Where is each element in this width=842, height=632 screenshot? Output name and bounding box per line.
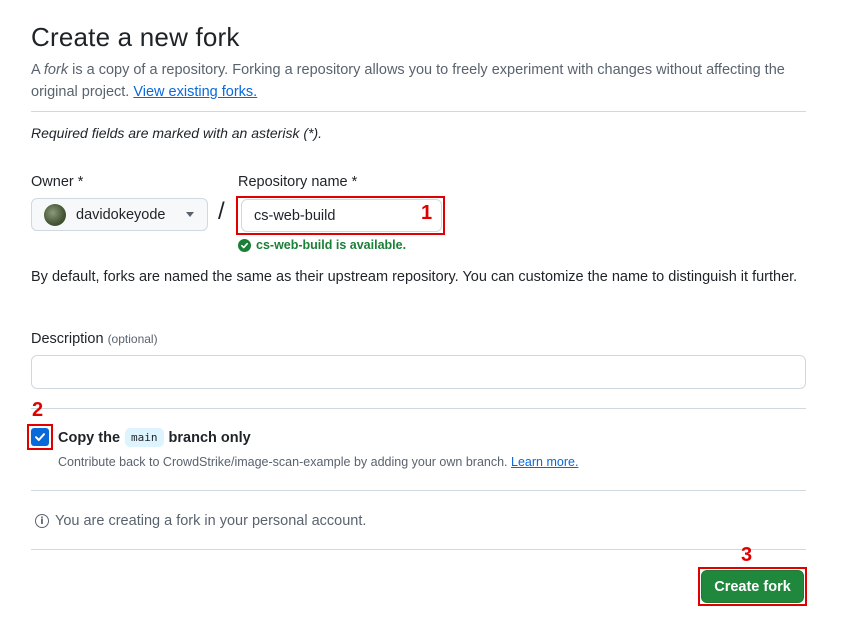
repository-name-label: Repository name * <box>238 174 358 190</box>
annotation-number-1: 1 <box>421 202 433 224</box>
owner-label: Owner * <box>31 174 84 190</box>
owner-repo-separator: / <box>218 198 225 225</box>
copy-branch-label: Copy the main branch only <box>58 428 251 447</box>
required-fields-note: Required fields are marked with an aster… <box>31 125 323 141</box>
description-input[interactable] <box>31 355 806 389</box>
fork-word: fork <box>43 62 69 78</box>
divider <box>31 549 806 550</box>
checkmark-icon <box>35 433 45 441</box>
create-fork-button[interactable]: Create fork <box>701 570 804 603</box>
annotation-number-2: 2 <box>32 399 44 421</box>
optional-hint: (optional) <box>107 332 158 346</box>
description-label: Description (optional) <box>31 331 158 347</box>
divider <box>31 408 806 409</box>
branch-name-code: main <box>125 428 164 447</box>
page-title: Create a new fork <box>31 22 240 52</box>
divider <box>31 111 806 112</box>
learn-more-link[interactable]: Learn more. <box>511 455 578 469</box>
caret-down-icon <box>186 212 194 217</box>
intro-text: A fork is a copy of a repository. Forkin… <box>31 62 785 100</box>
owner-select[interactable]: davidokeyode <box>31 198 208 231</box>
repository-name-input[interactable] <box>241 199 442 232</box>
divider <box>31 490 806 491</box>
info-icon: i <box>35 514 49 528</box>
view-existing-forks-link[interactable]: View existing forks. <box>133 84 257 100</box>
default-name-note: By default, forks are named the same as … <box>31 269 798 285</box>
avatar <box>44 203 66 226</box>
check-circle-icon <box>238 238 251 252</box>
owner-name: davidokeyode <box>76 206 166 223</box>
copy-main-branch-checkbox[interactable] <box>31 428 49 446</box>
contribute-note: Contribute back to CrowdStrike/image-sca… <box>58 455 579 469</box>
personal-account-note: i You are creating a fork in your person… <box>35 513 366 529</box>
availability-status: cs-web-build is available. <box>238 238 406 252</box>
availability-text: cs-web-build is available. <box>256 238 407 252</box>
annotation-number-3: 3 <box>741 544 753 566</box>
